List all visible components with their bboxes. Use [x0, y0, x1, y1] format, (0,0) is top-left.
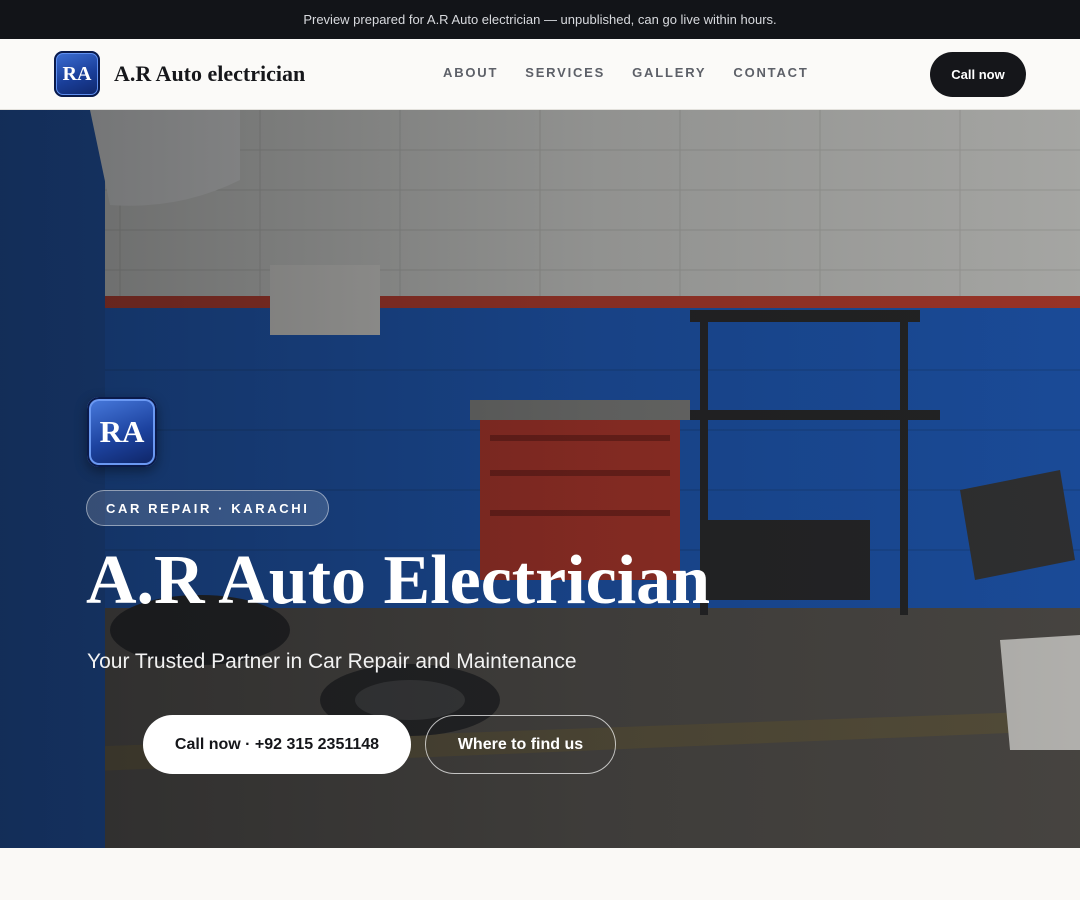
- brand-home-link[interactable]: RA A.R Auto electrician: [54, 51, 305, 97]
- site-header: RA A.R Auto electrician ABOUT SERVICES G…: [0, 39, 1080, 110]
- brand-logo: RA: [54, 51, 100, 97]
- brand-name: A.R Auto electrician: [114, 61, 306, 86]
- preview-banner-text: Preview prepared for A.R Auto electricia…: [303, 12, 777, 27]
- hero-title: A.R Auto Electrician: [86, 542, 711, 619]
- nav-gallery[interactable]: GALLERY: [632, 65, 706, 80]
- nav-services[interactable]: SERVICES: [525, 65, 605, 80]
- hero-tag: CAR REPAIR · KARACHI: [86, 490, 330, 526]
- main-nav: ABOUT SERVICES GALLERY CONTACT: [443, 65, 809, 80]
- nav-contact[interactable]: CONTACT: [733, 65, 808, 80]
- nav-about[interactable]: ABOUT: [443, 65, 498, 80]
- hero-logo: RA: [87, 397, 157, 467]
- header-call-button[interactable]: Call now: [930, 52, 1026, 97]
- hero-call-button[interactable]: Call now · +92 315 2351148: [143, 715, 411, 774]
- next-section: [0, 848, 1080, 900]
- hero-section: RA CAR REPAIR · KARACHI A.R Auto Electri…: [0, 110, 1080, 848]
- preview-banner: Preview prepared for A.R Auto electricia…: [0, 0, 1080, 39]
- hero-location-button[interactable]: Where to find us: [425, 715, 616, 774]
- hero-subtitle: Your Trusted Partner in Car Repair and M…: [87, 650, 577, 673]
